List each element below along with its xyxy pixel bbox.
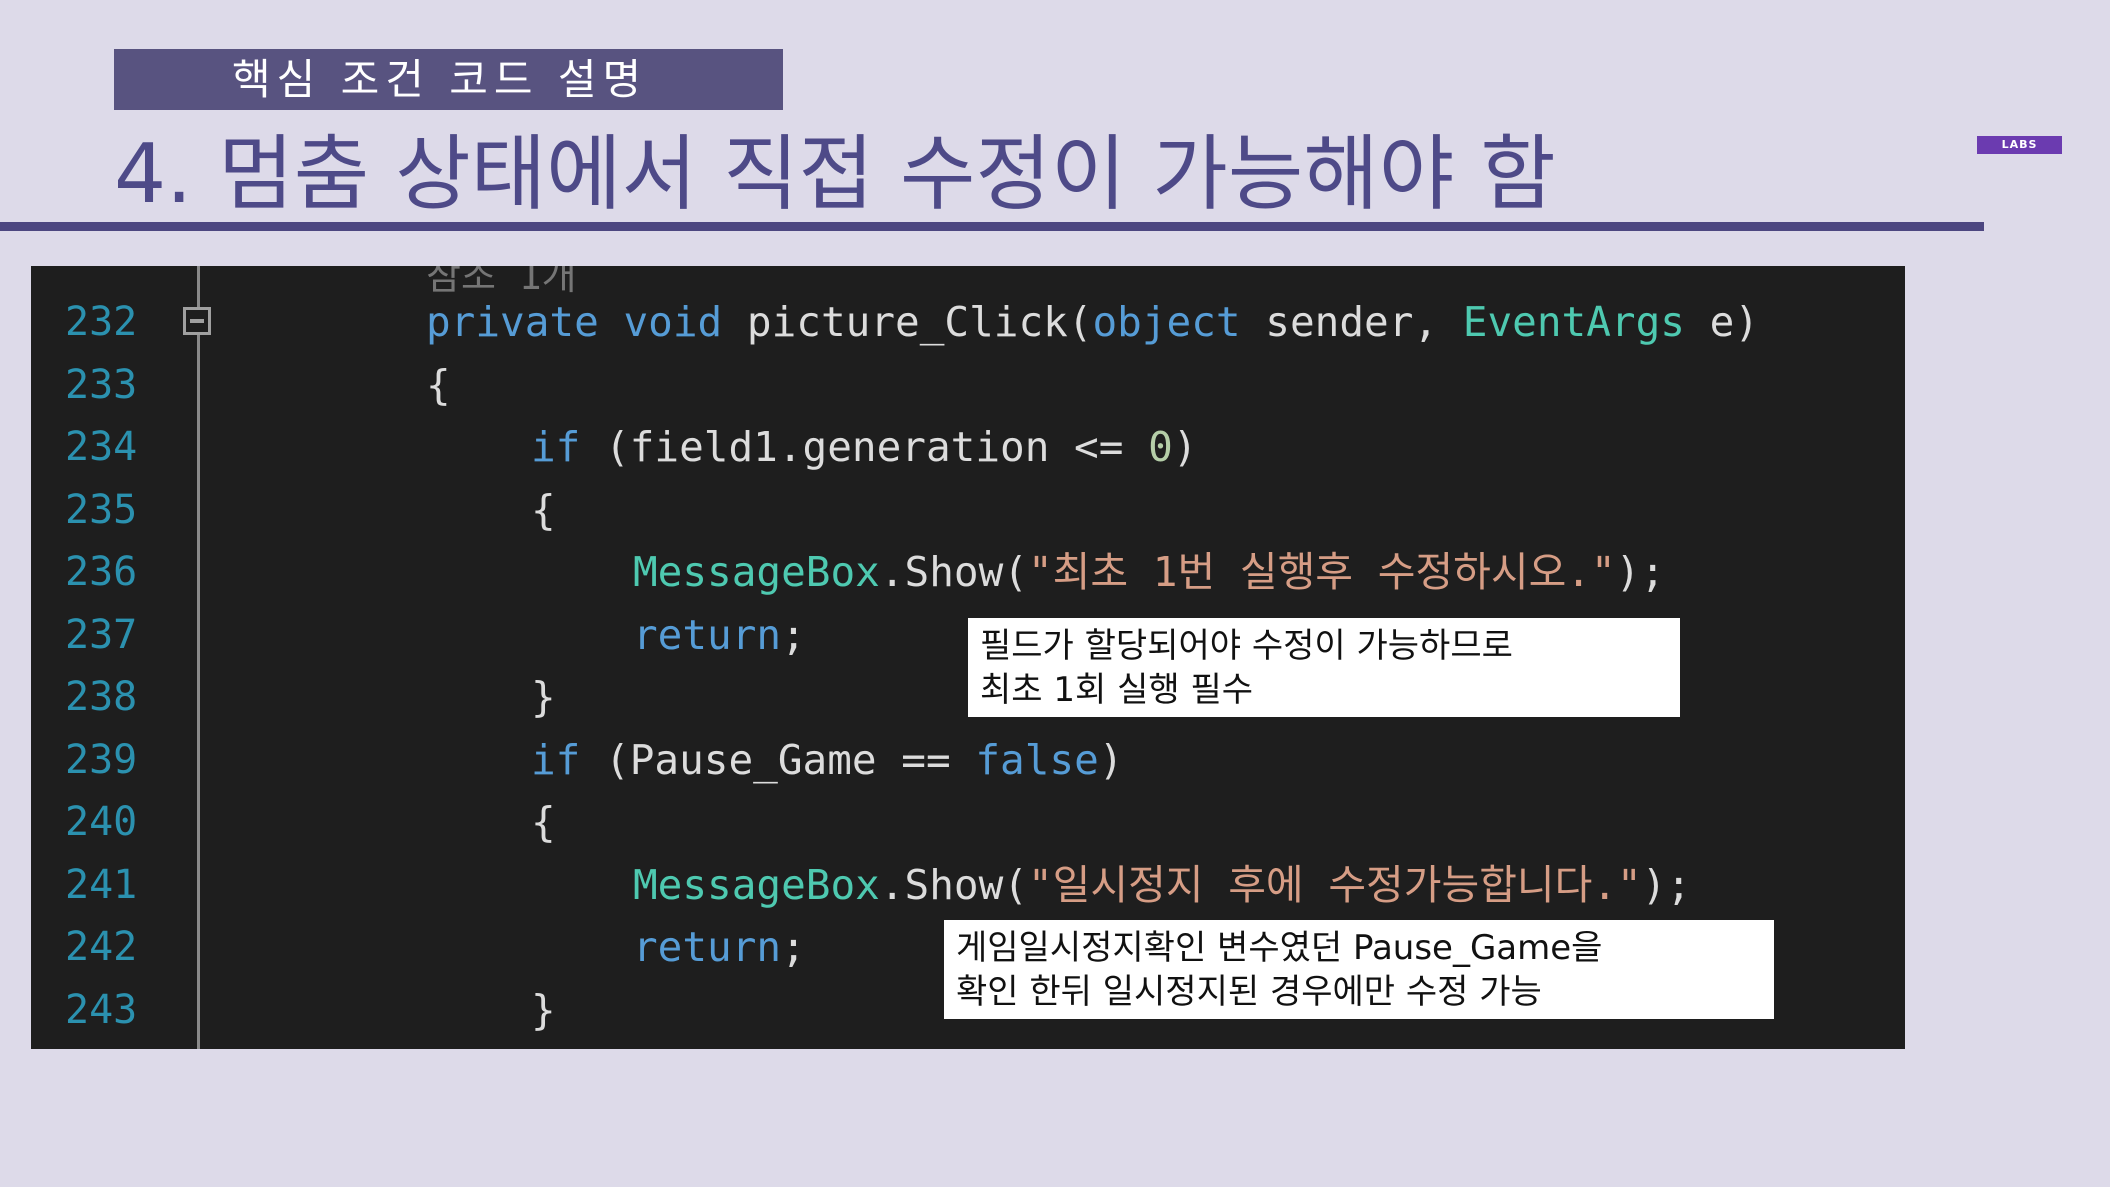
code-token: picture_Click( bbox=[722, 298, 1093, 346]
slide-title: 4. 멈춤 상태에서 직접 수정이 가능해야 함 bbox=[114, 127, 1556, 222]
code-token: false bbox=[975, 735, 1099, 784]
code-line: 232 private void picture_Click(object sen… bbox=[31, 291, 1905, 353]
code-token: (field1.generation <= bbox=[580, 423, 1149, 471]
line-code: MessageBox.Show("최초 1번 실행후 수정하시오."); bbox=[633, 541, 1665, 603]
code-token: MessageBox bbox=[633, 860, 880, 909]
line-number: 242 bbox=[65, 924, 138, 970]
code-line: 239 if (Pause_Game == false) bbox=[31, 729, 1905, 791]
line-code: { bbox=[531, 479, 556, 541]
line-code: } bbox=[531, 666, 556, 728]
code-token: (Pause_Game == bbox=[580, 735, 976, 784]
code-token: return bbox=[633, 610, 782, 659]
code-line: 234 if (field1.generation <= 0) bbox=[31, 416, 1905, 478]
code-token: ); bbox=[1641, 860, 1692, 909]
section-label: 핵심 조건 코드 설명 bbox=[114, 49, 783, 110]
line-number: 239 bbox=[65, 736, 138, 783]
annotation-first-run: 필드가 할당되어야 수정이 가능하므로 최초 1회 실행 필수 bbox=[968, 618, 1680, 717]
line-number: 243 bbox=[65, 986, 138, 1033]
code-token: ); bbox=[1615, 548, 1666, 596]
line-number: 232 bbox=[65, 299, 138, 345]
line-code: private void picture_Click(object sender… bbox=[426, 291, 1759, 353]
line-code: return; bbox=[633, 604, 806, 666]
line-code: { bbox=[531, 791, 556, 853]
code-token: } bbox=[531, 673, 556, 721]
code-token: ) bbox=[1098, 735, 1124, 784]
annotation-pause-check-line-1: 게임일시정지확인 변수였던 Pause_Game을 bbox=[956, 928, 1603, 968]
line-number: 235 bbox=[65, 486, 138, 533]
annotation-pause-check-line-2: 확인 한뒤 일시정지된 경우에만 수정 가능 bbox=[956, 972, 1542, 1012]
code-token: e) bbox=[1684, 298, 1760, 346]
title-divider bbox=[0, 222, 1984, 231]
code-token: ) bbox=[1172, 423, 1198, 471]
line-number: 233 bbox=[65, 361, 138, 408]
code-line: 241 MessageBox.Show("일시정지 후에 수정가능합니다."); bbox=[31, 854, 1905, 916]
labs-badge: LABS bbox=[1977, 136, 2062, 154]
line-number: 240 bbox=[65, 799, 138, 845]
code-line: 233 { bbox=[31, 354, 1905, 416]
line-code: } bbox=[531, 979, 556, 1041]
annotation-pause-check: 게임일시정지확인 변수였던 Pause_Game을 확인 한뒤 일시정지된 경우… bbox=[944, 920, 1774, 1019]
code-token: } bbox=[531, 985, 556, 1034]
line-number: 238 bbox=[65, 674, 138, 720]
code-token: if bbox=[531, 735, 581, 784]
code-token: MessageBox bbox=[633, 548, 880, 596]
code-token: EventArgs bbox=[1462, 298, 1685, 346]
code-token: "최초 1번 실행후 수정하시오." bbox=[1027, 548, 1616, 596]
line-code: { bbox=[426, 354, 451, 416]
code-token: .Show( bbox=[879, 548, 1028, 596]
code-token: { bbox=[531, 485, 556, 534]
line-code: if (Pause_Game == false) bbox=[531, 729, 1123, 791]
code-token: sender, bbox=[1240, 298, 1463, 346]
line-number: 236 bbox=[65, 549, 138, 595]
code-token: { bbox=[531, 798, 556, 846]
line-code: if (field1.generation <= 0) bbox=[531, 416, 1197, 478]
code-token: private bbox=[426, 298, 599, 346]
code-token: ; bbox=[781, 610, 806, 659]
code-line: 236 MessageBox.Show("최초 1번 실행후 수정하시오."); bbox=[31, 541, 1905, 603]
code-token: object bbox=[1092, 298, 1241, 346]
line-number: 241 bbox=[65, 861, 138, 908]
annotation-first-run-line-2: 최초 1회 실행 필수 bbox=[980, 670, 1254, 710]
line-number: 237 bbox=[65, 611, 138, 658]
annotation-first-run-line-1: 필드가 할당되어야 수정이 가능하므로 bbox=[980, 626, 1513, 666]
code-line: 240 { bbox=[31, 791, 1905, 853]
code-token: { bbox=[426, 360, 451, 409]
code-token: if bbox=[531, 423, 581, 471]
code-token: "일시정지 후에 수정가능합니다." bbox=[1027, 860, 1642, 909]
code-line: 235 { bbox=[31, 479, 1905, 541]
code-token: .Show( bbox=[879, 860, 1028, 909]
code-token: void bbox=[623, 298, 723, 346]
line-number: 234 bbox=[65, 424, 138, 470]
code-token: 0 bbox=[1148, 423, 1173, 471]
line-code: return; bbox=[633, 916, 806, 978]
code-token: return bbox=[633, 923, 782, 971]
line-code: MessageBox.Show("일시정지 후에 수정가능합니다."); bbox=[633, 854, 1691, 916]
code-token: ; bbox=[781, 923, 806, 971]
